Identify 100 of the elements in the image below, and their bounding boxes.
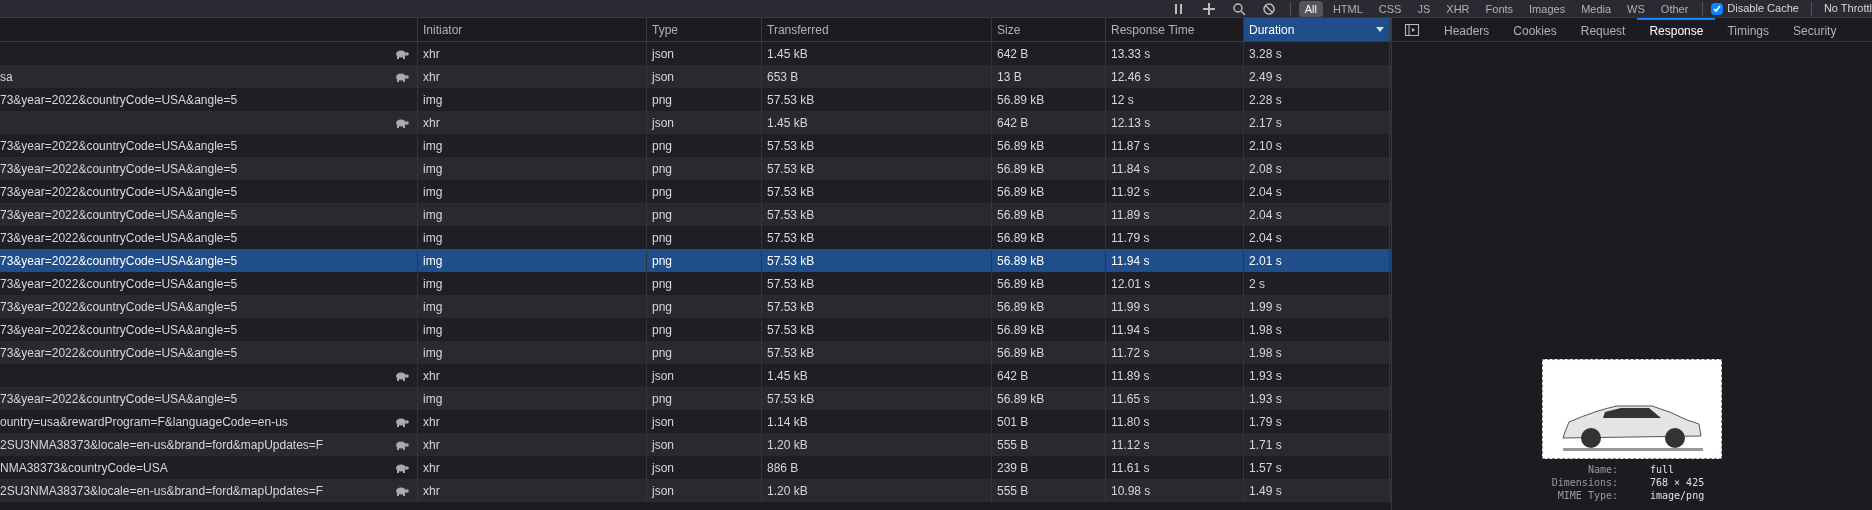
table-cell-text: 501 B: [997, 413, 1029, 431]
table-cell-text: 56.89 kB: [997, 298, 1045, 316]
tab[interactable]: Timings: [1715, 18, 1782, 41]
table-cell-text: 11.80 s: [1111, 413, 1150, 431]
tab[interactable]: Headers: [1432, 18, 1502, 41]
table-cell-text: 11.94 s: [1111, 252, 1150, 270]
info-label: Dimensions:: [1550, 476, 1619, 489]
table-cell-text: 2.28 s: [1249, 91, 1282, 109]
filter-button[interactable]: XHR: [1440, 0, 1476, 17]
table-cell-text: img: [423, 275, 443, 293]
table-cell-text: img: [423, 298, 443, 316]
table-cell-text: xhr: [423, 436, 440, 454]
table-row[interactable]: 73&year=2022&countryCode=USA&angle=5 img png 57.53 kB 56.89 kB 12 s 2.28 s: [0, 88, 1391, 111]
filter-button[interactable]: WS: [1621, 0, 1651, 17]
table-cell-text: 11.12 s: [1111, 436, 1150, 454]
table-cell-text: xhr: [423, 45, 440, 63]
table-cell-text: 10.98 s: [1111, 482, 1151, 500]
filter-button[interactable]: JS: [1411, 0, 1437, 17]
table-cell-text: 73&year=2022&countryCode=USA&angle=5: [0, 390, 238, 408]
table-row[interactable]: 73&year=2022&countryCode=USA&angle=5 img png 57.53 kB 56.89 kB 11.87 s 2.10 s: [0, 134, 1391, 157]
table-cell-text: 11.89 s: [1111, 206, 1150, 224]
tab[interactable]: Response: [1637, 18, 1716, 41]
table-cell-text: 57.53 kB: [767, 390, 815, 408]
table-row[interactable]: NMA38373&countryCode=USA xhr json 886 B 239 B 11.61 s 1.57 s: [0, 456, 1391, 479]
filter-button[interactable]: HTML: [1326, 0, 1369, 17]
filter-button[interactable]: Images: [1523, 0, 1572, 17]
table-cell-text: 642 B: [997, 45, 1029, 63]
table-row[interactable]: xhr json 1.45 kB 642 B 12.13 s 2.17 s: [0, 111, 1391, 134]
filter-button[interactable]: Fonts: [1479, 0, 1520, 17]
table-cell-text: 11.84 s: [1111, 160, 1150, 178]
table-row[interactable]: 2SU3NMA38373&locale=en-us&brand=ford&mapUpdates=F xhr json 1.20 kB 555 B 10.98 s 1.49 s: [0, 479, 1391, 502]
table-cell-text: img: [423, 137, 443, 155]
table-cell-text: 1.98 s: [1249, 321, 1282, 339]
filter-button[interactable]: Other: [1654, 0, 1695, 17]
table-cell-text: 11.61 s: [1111, 459, 1150, 477]
table-cell-text: img: [423, 206, 443, 224]
table-row[interactable]: 73&year=2022&countryCode=USA&angle=5 img png 57.53 kB 56.89 kB 11.89 s 2.04 s: [0, 203, 1391, 226]
tab[interactable]: Request: [1568, 18, 1638, 41]
column-header[interactable]: Transferred: [762, 18, 992, 41]
table-cell-text: img: [423, 183, 443, 201]
table-cell-text: json: [652, 413, 674, 431]
table-cell-text: 57.53 kB: [767, 229, 815, 247]
column-header[interactable]: Type: [647, 18, 762, 41]
table-cell-text: 57.53 kB: [767, 160, 815, 178]
table-row[interactable]: 73&year=2022&countryCode=USA&angle=5 img png 57.53 kB 56.89 kB 11.84 s 2.08 s: [0, 157, 1391, 180]
info-label: MIME Type:: [1556, 489, 1619, 502]
table-cell-text: 2 s: [1249, 275, 1265, 293]
table-row[interactable]: 73&year=2022&countryCode=USA&angle=5 img png 57.53 kB 56.89 kB 11.94 s 1.98 s: [0, 318, 1391, 341]
table-cell-text: xhr: [423, 482, 440, 500]
table-cell-text: 3.28 s: [1249, 45, 1282, 63]
table-cell-text: 2.04 s: [1249, 229, 1282, 247]
table-cell-text: 57.53 kB: [767, 252, 815, 270]
table-cell-text: 11.87 s: [1111, 137, 1150, 155]
table-cell-text: 56.89 kB: [997, 275, 1045, 293]
table-row[interactable]: 73&year=2022&countryCode=USA&angle=5 img png 57.53 kB 56.89 kB 11.79 s 2.04 s: [0, 226, 1391, 249]
table-cell-text: 2SU3NMA38373&locale=en-us&brand=ford&mapUpdates=F: [0, 482, 324, 500]
table-cell-text: 1.20 kB: [767, 482, 808, 500]
table-cell-text: 56.89 kB: [997, 321, 1045, 339]
filter-button[interactable]: Media: [1575, 0, 1618, 17]
filter-button[interactable]: All: [1298, 0, 1323, 17]
table-cell-text: json: [652, 459, 674, 477]
table-cell-text: 642 B: [997, 114, 1029, 132]
table-cell-text: 2.04 s: [1249, 206, 1282, 224]
table-cell-text: img: [423, 252, 443, 270]
column-header[interactable]: Size: [992, 18, 1106, 41]
throttling-dropdown[interactable]: No Throttl: [1823, 0, 1872, 17]
table-row[interactable]: sa xhr json 653 B 13 B 12.46 s 2.49 s: [0, 65, 1391, 88]
tab[interactable]: Cookies: [1501, 18, 1569, 41]
table-cell-text: 13.33 s: [1111, 45, 1151, 63]
table-cell-text: 2.04 s: [1249, 183, 1282, 201]
table-row[interactable]: 73&year=2022&countryCode=USA&angle=5 img png 57.53 kB 56.89 kB 11.72 s 1.98 s: [0, 341, 1391, 364]
info-value: full: [1650, 463, 1676, 476]
info-value: image/png: [1650, 489, 1706, 502]
table-row[interactable]: ountry=usa&rewardProgram=F&languageCode=en-us xhr json 1.14 kB 501 B 11.80 s 1.79 s: [0, 410, 1391, 433]
table-cell-text: 1.93 s: [1249, 367, 1282, 385]
table-cell-text: xhr: [423, 68, 440, 86]
table-row[interactable]: 73&year=2022&countryCode=USA&angle=5 img png 57.53 kB 56.89 kB 11.99 s 1.99 s: [0, 295, 1391, 318]
table-cell-text: 57.53 kB: [767, 321, 815, 339]
tab[interactable]: Security: [1781, 18, 1849, 41]
table-cell-text: 57.53 kB: [767, 298, 815, 316]
table-cell-text: 57.53 kB: [767, 137, 815, 155]
table-cell-text: 1.93 s: [1249, 390, 1282, 408]
table-row[interactable]: 73&year=2022&countryCode=USA&angle=5 img png 57.53 kB 56.89 kB 11.65 s 1.93 s: [0, 387, 1391, 410]
table-row[interactable]: 73&year=2022&countryCode=USA&angle=5 img png 57.53 kB 56.89 kB 11.92 s 2.04 s: [0, 180, 1391, 203]
table-cell-text: 11.94 s: [1111, 321, 1150, 339]
table-cell-text: 73&year=2022&countryCode=USA&angle=5: [0, 160, 238, 178]
table-cell-text: 56.89 kB: [997, 160, 1045, 178]
table-cell-text: png: [652, 275, 673, 293]
table-row[interactable]: 2SU3NMA38373&locale=en-us&brand=ford&mapUpdates=F xhr json 1.20 kB 555 B 11.12 s 1.71 s: [0, 433, 1391, 456]
table-row[interactable]: 73&year=2022&countryCode=USA&angle=5 img png 57.53 kB 56.89 kB 11.94 s 2.01 s: [0, 249, 1391, 272]
table-cell-text: 1.98 s: [1249, 344, 1282, 362]
column-header[interactable]: Initiator: [418, 18, 647, 41]
table-cell-text: 642 B: [997, 367, 1029, 385]
table-cell-text: 56.89 kB: [997, 206, 1045, 224]
column-header[interactable]: Duration: [1244, 18, 1390, 41]
table-row[interactable]: 73&year=2022&countryCode=USA&angle=5 img png 57.53 kB 56.89 kB 12.01 s 2 s: [0, 272, 1391, 295]
checkbox[interactable]: [1711, 2, 1724, 15]
table-cell-text: 1.45 kB: [767, 114, 808, 132]
filter-button[interactable]: CSS: [1372, 0, 1408, 17]
table-cell-text: 73&year=2022&countryCode=USA&angle=5: [0, 137, 238, 155]
